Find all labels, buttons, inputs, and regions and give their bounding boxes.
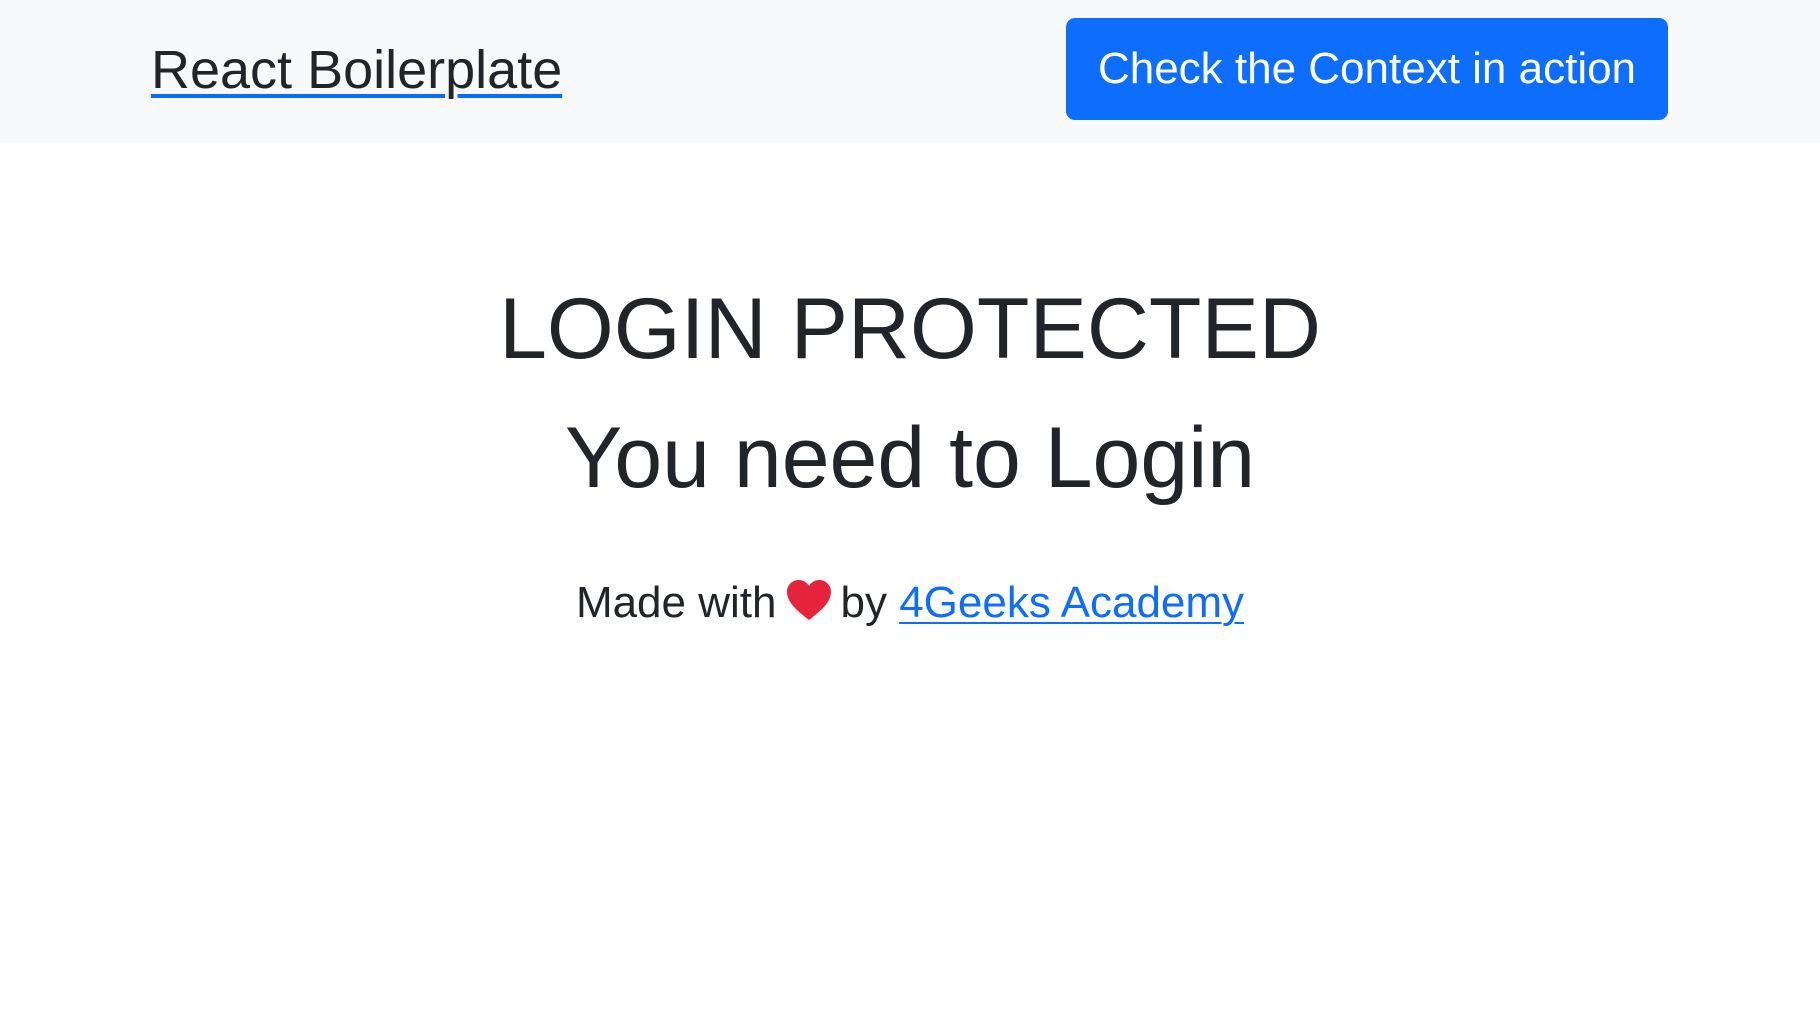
by-text: by: [840, 578, 887, 627]
login-required-message: You need to Login: [564, 410, 1256, 506]
heart-icon: [786, 579, 832, 633]
4geeks-academy-link[interactable]: 4Geeks Academy: [899, 578, 1244, 627]
page-title: LOGIN PROTECTED: [499, 281, 1321, 377]
made-with-text: Made with: [575, 578, 777, 627]
navbar: React Boilerplate Check the Context in a…: [0, 0, 1820, 143]
brand-link[interactable]: React Boilerplate: [151, 38, 562, 102]
check-context-button[interactable]: Check the Context in action: [1066, 18, 1668, 120]
made-with-line: Made with by 4Geeks Academy: [0, 577, 1820, 633]
